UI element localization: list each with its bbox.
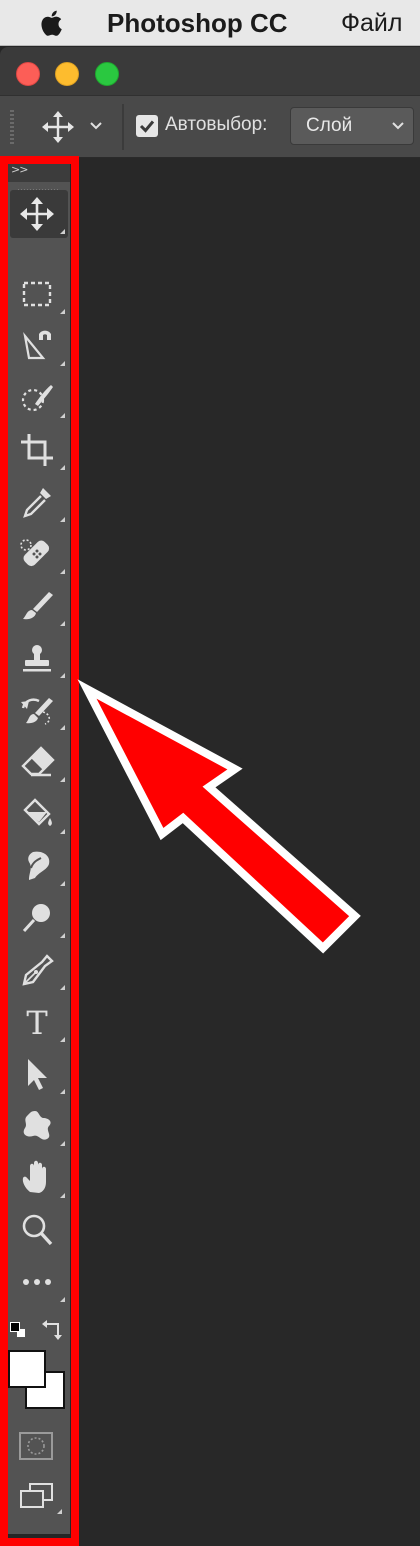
eyedropper-icon (23, 488, 51, 518)
smudge-tool[interactable] (10, 842, 68, 890)
pen-icon (22, 954, 54, 986)
eyedropper-tool[interactable] (10, 478, 68, 526)
paint-bucket-icon (23, 798, 52, 826)
auto-select-target-value: Слой (306, 115, 353, 136)
magnifier-icon (22, 1214, 53, 1246)
brush-icon (23, 592, 53, 620)
horizontal-type-tool[interactable]: T (10, 998, 68, 1046)
dodge-tool[interactable] (10, 894, 68, 942)
collapse-panel-button[interactable]: >> (11, 163, 28, 176)
clone-stamp-tool[interactable] (10, 634, 68, 682)
eraser-icon (21, 746, 55, 777)
crop-icon (21, 434, 53, 466)
minimize-window-button[interactable] (55, 62, 79, 86)
quick-mask-icon[interactable] (18, 1430, 54, 1462)
arrow-pointer-icon (28, 1059, 47, 1090)
path-selection-tool[interactable] (10, 1050, 68, 1098)
history-brush-icon (21, 698, 53, 725)
checkmark-icon (139, 120, 155, 133)
screen-mode-icon (20, 1483, 53, 1508)
brush-tool[interactable] (10, 582, 68, 630)
move-icon (20, 197, 54, 231)
maximize-window-button[interactable] (95, 62, 119, 86)
swap-colors-icon[interactable] (40, 1316, 64, 1340)
apple-logo-icon[interactable] (38, 8, 66, 38)
type-icon: T (26, 1004, 48, 1040)
marquee-icon (22, 281, 52, 307)
custom-shape-tool[interactable] (10, 1102, 68, 1150)
pen-tool[interactable] (10, 946, 68, 994)
more-dots-icon (23, 1279, 51, 1285)
spot-healing-brush-tool[interactable] (10, 530, 68, 578)
auto-select-checkbox[interactable] (136, 115, 158, 137)
app-menu-name[interactable]: Photoshop CC (107, 8, 288, 39)
move-tool[interactable] (10, 190, 68, 238)
paint-bucket-tool[interactable] (10, 790, 68, 838)
edit-toolbar-button[interactable] (10, 1258, 68, 1306)
auto-select-label: Автовыбор: (165, 114, 268, 135)
options-bar-grip[interactable] (10, 110, 14, 144)
hand-tool[interactable] (10, 1154, 68, 1202)
close-window-button[interactable] (16, 62, 40, 86)
menu-file[interactable]: Файл (341, 9, 402, 38)
custom-shape-icon (23, 1111, 51, 1140)
rectangular-marquee-tool[interactable] (10, 270, 68, 318)
hand-icon (22, 1160, 46, 1193)
chevron-down-icon (392, 122, 404, 130)
default-colors-button[interactable] (10, 1322, 20, 1332)
macos-menu-bar: Photoshop CC Файл (0, 0, 420, 46)
history-brush-tool[interactable] (10, 686, 68, 734)
zoom-tool[interactable] (10, 1206, 68, 1254)
type-glyph: T (26, 1004, 48, 1040)
bandage-icon (20, 539, 50, 567)
stamp-icon (23, 645, 51, 672)
chevron-down-icon[interactable] (88, 118, 104, 134)
quick-selection-tool[interactable] (10, 374, 68, 422)
lasso-icon (23, 330, 51, 360)
dodge-icon (22, 904, 50, 933)
eraser-tool[interactable] (10, 738, 68, 786)
smudge-icon (28, 851, 50, 880)
document-canvas-area[interactable] (78, 158, 420, 1546)
magnetic-lasso-tool[interactable] (10, 322, 68, 370)
crop-tool[interactable] (10, 426, 68, 474)
move-icon[interactable] (40, 110, 76, 144)
options-separator (122, 104, 124, 150)
foreground-color-swatch[interactable] (8, 1350, 46, 1388)
quick-selection-icon (21, 385, 53, 412)
screen-mode-button[interactable] (18, 1480, 62, 1514)
